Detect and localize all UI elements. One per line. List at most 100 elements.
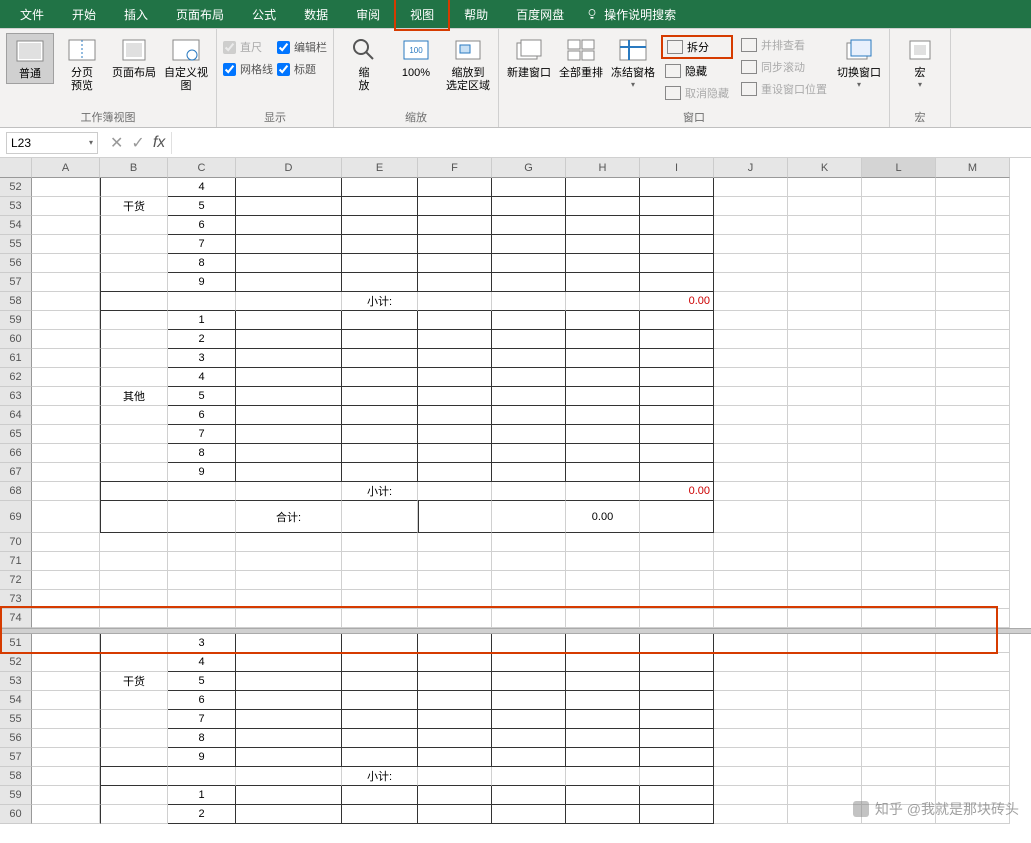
cell[interactable] [492, 425, 566, 444]
cell[interactable] [640, 273, 714, 292]
cell[interactable] [100, 590, 168, 609]
cell[interactable] [492, 634, 566, 653]
cell[interactable] [714, 672, 788, 691]
cell[interactable]: 5 [168, 672, 236, 691]
cell[interactable] [342, 406, 418, 425]
cell[interactable] [862, 463, 936, 482]
cell[interactable] [714, 387, 788, 406]
cell[interactable] [418, 425, 492, 444]
cell[interactable] [100, 349, 168, 368]
row-header[interactable]: 59 [0, 311, 32, 330]
cell[interactable] [862, 197, 936, 216]
cell[interactable] [566, 672, 640, 691]
cell[interactable]: 0.00 [640, 482, 714, 501]
cell[interactable] [714, 805, 788, 824]
cell[interactable] [236, 805, 342, 824]
cell[interactable] [236, 178, 342, 197]
cell[interactable] [566, 552, 640, 571]
cell[interactable] [100, 710, 168, 729]
row-header[interactable]: 58 [0, 292, 32, 311]
cell[interactable]: 5 [168, 197, 236, 216]
cell[interactable] [492, 609, 566, 628]
cell[interactable] [862, 571, 936, 590]
col-header-L[interactable]: L [862, 158, 936, 178]
cell[interactable] [418, 653, 492, 672]
cell[interactable] [640, 609, 714, 628]
cell[interactable] [862, 311, 936, 330]
cell[interactable] [714, 311, 788, 330]
cell[interactable] [788, 571, 862, 590]
cell[interactable] [788, 330, 862, 349]
hide-button[interactable]: 隐藏 [661, 61, 733, 81]
cell[interactable] [566, 571, 640, 590]
cell[interactable] [32, 748, 100, 767]
cell[interactable] [936, 482, 1010, 501]
cell[interactable] [862, 292, 936, 311]
cell[interactable] [640, 634, 714, 653]
page-break-preview-button[interactable]: 分页 预览 [58, 33, 106, 95]
cell[interactable] [32, 387, 100, 406]
cell[interactable] [32, 672, 100, 691]
cell[interactable] [566, 805, 640, 824]
cell[interactable] [236, 444, 342, 463]
cell[interactable]: 6 [168, 216, 236, 235]
cell[interactable] [492, 805, 566, 824]
cell[interactable] [788, 311, 862, 330]
cell[interactable] [788, 786, 862, 805]
cell[interactable] [492, 349, 566, 368]
cell[interactable] [566, 691, 640, 710]
cell[interactable] [714, 748, 788, 767]
cell[interactable] [640, 311, 714, 330]
cell[interactable] [862, 349, 936, 368]
row-header[interactable]: 54 [0, 691, 32, 710]
cell[interactable] [492, 590, 566, 609]
cell[interactable] [566, 292, 640, 311]
cell[interactable] [418, 273, 492, 292]
cell[interactable] [640, 767, 714, 786]
split-button[interactable]: 拆分 [661, 35, 733, 59]
cell[interactable] [640, 533, 714, 552]
page-layout-button[interactable]: 页面布局 [110, 33, 158, 82]
headings-checkbox[interactable]: 标题 [277, 61, 327, 77]
cell[interactable] [342, 349, 418, 368]
cell[interactable] [936, 349, 1010, 368]
cell[interactable] [418, 805, 492, 824]
cell[interactable] [236, 482, 342, 501]
cell[interactable] [418, 609, 492, 628]
cell[interactable] [714, 444, 788, 463]
cell[interactable] [236, 767, 342, 786]
cell[interactable] [342, 254, 418, 273]
row-header[interactable]: 57 [0, 273, 32, 292]
cell[interactable] [566, 387, 640, 406]
cell[interactable]: 干货 [100, 197, 168, 216]
zoom-selection-button[interactable]: 缩放到 选定区域 [444, 33, 492, 95]
row-header[interactable]: 65 [0, 425, 32, 444]
cell[interactable] [342, 311, 418, 330]
cell[interactable] [492, 197, 566, 216]
cell[interactable] [236, 292, 342, 311]
cell[interactable] [566, 729, 640, 748]
cell[interactable] [936, 311, 1010, 330]
cell[interactable] [788, 444, 862, 463]
cell[interactable] [32, 235, 100, 254]
cell[interactable] [492, 368, 566, 387]
cell[interactable] [640, 425, 714, 444]
cell[interactable] [788, 710, 862, 729]
cell[interactable] [492, 463, 566, 482]
cell[interactable] [936, 273, 1010, 292]
menu-review[interactable]: 审阅 [342, 0, 394, 29]
cell[interactable] [100, 178, 168, 197]
cell[interactable] [862, 672, 936, 691]
cell[interactable] [418, 786, 492, 805]
cell[interactable] [342, 178, 418, 197]
custom-view-button[interactable]: 自定义视图 [162, 33, 210, 95]
cell[interactable] [862, 330, 936, 349]
cell[interactable] [32, 634, 100, 653]
cell[interactable] [640, 406, 714, 425]
normal-view-button[interactable]: 普通 [6, 33, 54, 84]
cell[interactable] [714, 216, 788, 235]
cell[interactable] [714, 235, 788, 254]
row-header[interactable]: 66 [0, 444, 32, 463]
cell[interactable] [236, 197, 342, 216]
cell[interactable] [936, 292, 1010, 311]
